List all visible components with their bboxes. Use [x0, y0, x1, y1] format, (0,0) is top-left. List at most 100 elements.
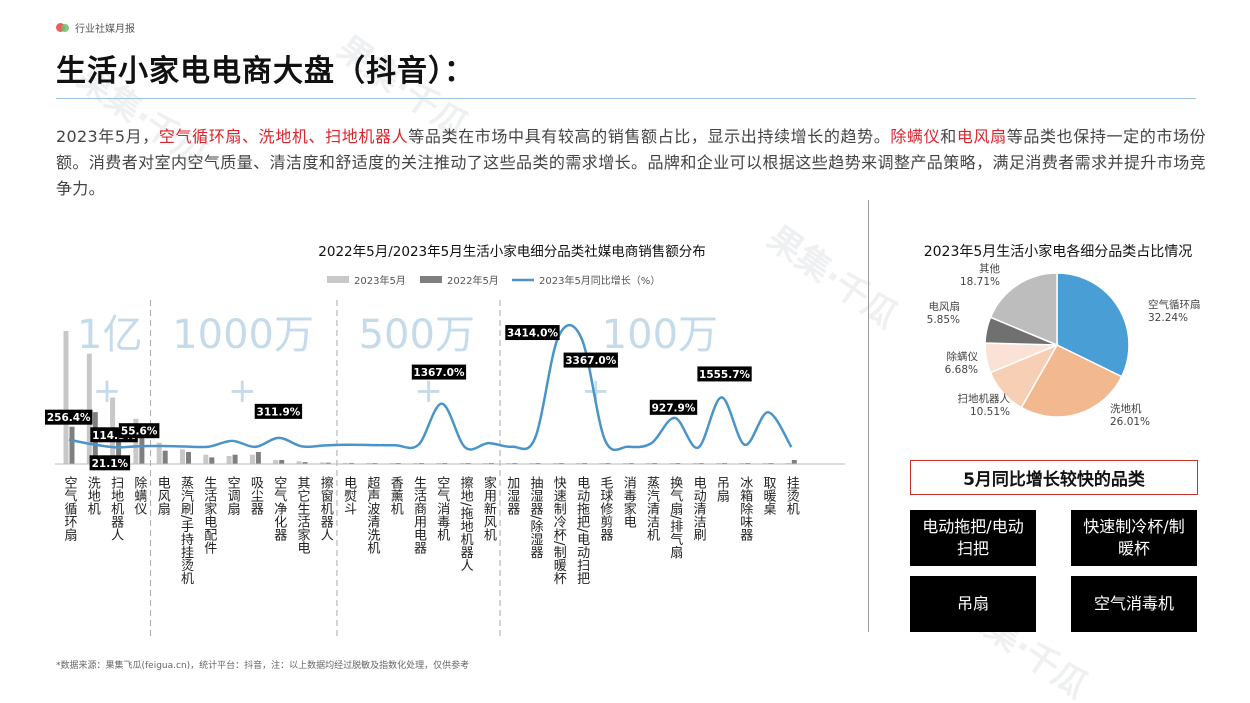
category-label: 加湿器: [504, 476, 520, 516]
category-label: 空气循环扇: [62, 476, 78, 541]
data-label-text: 55.6%: [121, 426, 158, 438]
category-label: 蒸汽清洁机: [644, 476, 660, 542]
legend-label: 2023年5月同比增长（%）: [539, 274, 660, 287]
highlight-text: 除螨仪: [890, 127, 941, 146]
bar-2022: [209, 457, 215, 464]
bar-2022: [255, 452, 261, 464]
intro-text: 2023年5月，: [56, 127, 159, 146]
category-label: 吊扇: [714, 476, 730, 502]
fast-growth-tile: 快速制冷杯/制暖杯: [1071, 510, 1197, 566]
category-label: 生活家电配件: [201, 476, 217, 554]
category-label: 毛球修剪器: [597, 476, 613, 542]
bar-2022: [791, 460, 797, 464]
pie-label-name: 空气循环扇: [1148, 298, 1201, 311]
title-divider: [56, 98, 1196, 99]
pie-label-value: 10.51%: [970, 406, 1010, 418]
chart-title: 2022年5月/2023年5月生活小家电细分品类社媒电商销售额分布: [318, 243, 705, 260]
category-label: 挂烫机: [784, 476, 800, 516]
data-label-text: 927.9%: [652, 402, 696, 414]
growth-data-label: 3414.0%: [505, 325, 560, 341]
growth-data-label: 55.6%: [118, 423, 160, 439]
category-label: 家用新风机: [481, 475, 497, 542]
pie-label-name: 除螨仪: [947, 350, 979, 363]
category-share-pie-chart: 空气循环扇32.24% 洗地机26.01% 扫地机器人10.51% 除螨仪6.68% 电…: [927, 262, 1201, 428]
bar-2022: [232, 454, 238, 464]
category-label: 洗地机: [85, 476, 101, 516]
category-label: 电风扇: [155, 476, 171, 515]
brand-logo-icon: [56, 22, 69, 33]
data-label-text: 311.9%: [257, 406, 301, 418]
brand: 行业社媒月报: [56, 20, 135, 35]
category-label: 吸尘器: [248, 476, 264, 516]
bar-2023: [203, 454, 209, 464]
chart-legend: 2023年5月 2022年5月 2023年5月同比增长（%）: [327, 274, 660, 287]
growth-data-label: 311.9%: [254, 403, 303, 419]
pie-label: 扫地机器人10.51%: [958, 392, 1011, 418]
category-label: 换气扇/排气扇: [667, 476, 683, 559]
panel-divider: [868, 200, 869, 632]
legend-label: 2022年5月: [447, 274, 499, 287]
intro-text: 等品类在市场中具有较高的销售额占比，显示出持续增长的趋势。: [408, 127, 891, 146]
data-label-text: 1555.7%: [699, 369, 751, 381]
growth-data-label: 3367.0%: [563, 352, 618, 368]
brand-label: 行业社媒月报: [75, 24, 135, 35]
bar-2022: [69, 426, 75, 464]
bar-2023: [63, 331, 69, 464]
fast-growth-tile: 电动拖把/电动扫把: [910, 510, 1036, 566]
category-label: 空气净化器: [271, 476, 287, 542]
pie-label-name: 电风扇: [929, 300, 961, 313]
category-label: 其它生活家电: [295, 476, 311, 554]
page-title: 生活小家电电商大盘（抖音）：: [56, 54, 475, 89]
bar-2023: [226, 456, 232, 464]
data-label-text: 1367.0%: [413, 367, 465, 379]
growth-data-label: 1555.7%: [697, 366, 752, 382]
legend-item: 2022年5月: [420, 274, 499, 287]
tier-label: 100万: [602, 312, 718, 358]
pie-label: 洗地机26.01%: [1110, 402, 1150, 428]
category-label: 冰箱除味器: [737, 476, 753, 542]
pie-label-value: 26.01%: [1110, 416, 1150, 428]
fast-growth-tile: 吊扇: [910, 576, 1036, 632]
highlight-text: 电风扇: [956, 127, 1007, 146]
bar-2023: [249, 454, 255, 464]
pie-chart-title: 2023年5月生活小家电各细分品类占比情况: [923, 244, 1193, 260]
pie-label-name: 洗地机: [1110, 402, 1142, 415]
data-label-text: 21.1%: [92, 458, 129, 470]
pie-label: 空气循环扇32.24%: [1148, 298, 1201, 324]
pie-label: 除螨仪6.68%: [945, 350, 979, 376]
highlight-text: 空气循环扇、洗地机、扫地机器人: [158, 127, 409, 146]
pie-label: 电风扇5.85%: [927, 300, 960, 326]
data-label-text: 256.4%: [47, 412, 91, 424]
legend-item: 2023年5月: [327, 274, 406, 287]
category-label: 消毒家电: [621, 476, 637, 528]
pie-label-name: 扫地机器人: [958, 392, 1011, 405]
tier-label: 500万: [359, 312, 475, 358]
legend-swatch: [327, 276, 349, 283]
category-label: 蒸汽刷/手持挂烫机: [178, 476, 194, 586]
category-label: 擦地/拖地机器人: [458, 476, 474, 571]
bar-2022: [279, 460, 285, 464]
bar-2022: [186, 452, 191, 464]
tier-plus: +: [93, 371, 122, 411]
pie-label-value: 6.68%: [945, 364, 978, 376]
bar-2023: [180, 449, 185, 464]
pie-label-name: 其他: [979, 262, 1000, 275]
fast-growth-tile: 空气消毒机: [1071, 576, 1197, 632]
growth-data-label: 927.9%: [649, 399, 698, 415]
category-label: 香薰机: [388, 476, 404, 516]
bar-2023: [273, 460, 279, 464]
sales-bar-line-chart: 2022年5月/2023年5月生活小家电细分品类社媒电商销售额分布 2023年5…: [45, 243, 845, 640]
category-label: 取暖桌: [761, 476, 777, 515]
data-label-text: 3367.0%: [565, 355, 617, 367]
tier-label: 1亿: [77, 312, 142, 358]
fast-growth-title: 5月同比增长较快的品类: [910, 460, 1198, 495]
intro-text: 和: [940, 127, 957, 146]
category-labels: 空气循环扇 洗地机 扫地机器人 除螨仪 电风扇 蒸汽刷/手持挂烫机 生活家电配件 空调扇 吸尘器…: [62, 475, 800, 585]
category-label: 电动拖把/电动扫把: [574, 476, 590, 585]
category-label: 快速制冷杯/制暖杯: [551, 476, 567, 585]
pie-label-value: 32.24%: [1148, 312, 1188, 324]
growth-data-label: 21.1%: [89, 455, 131, 471]
pie-label: 其他18.71%: [960, 262, 1001, 288]
category-label: 空调扇: [225, 476, 241, 515]
legend-swatch: [420, 276, 442, 283]
